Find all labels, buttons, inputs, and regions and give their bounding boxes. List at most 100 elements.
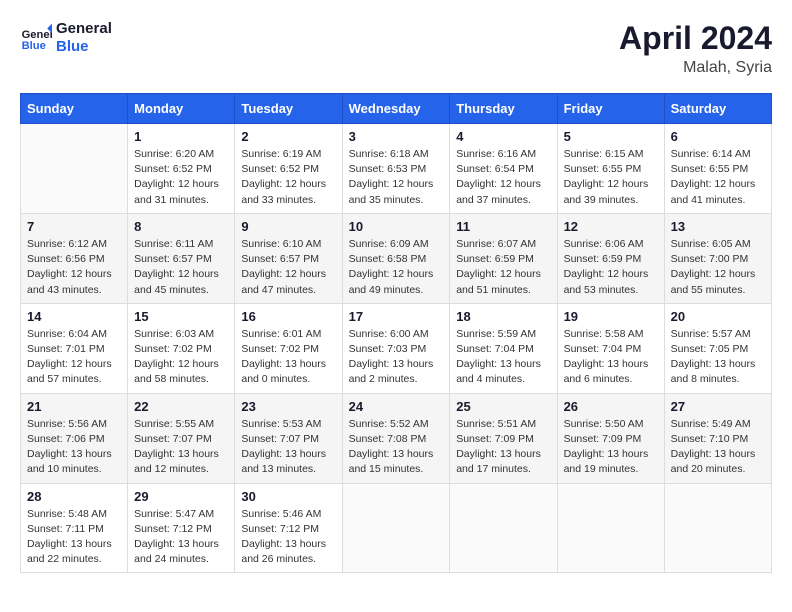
day-cell: 22Sunrise: 5:55 AM Sunset: 7:07 PM Dayli… bbox=[128, 393, 235, 483]
day-number: 11 bbox=[456, 219, 550, 234]
day-cell: 6 Sunrise: 6:14 AM Sunset: 6:55 PM Daylig… bbox=[664, 124, 771, 214]
calendar-subtitle: Malah, Syria bbox=[619, 59, 772, 77]
day-cell: 15Sunrise: 6:03 AM Sunset: 7:02 PM Dayli… bbox=[128, 303, 235, 393]
day-info: Sunrise: 5:47 AM Sunset: 7:12 PM Dayligh… bbox=[134, 507, 228, 568]
day-cell: 8Sunrise: 6:11 AM Sunset: 6:57 PM Daylig… bbox=[128, 213, 235, 303]
header-day-sunday: Sunday bbox=[21, 94, 128, 124]
day-cell: 26Sunrise: 5:50 AM Sunset: 7:09 PM Dayli… bbox=[557, 393, 664, 483]
day-cell: 7 Sunrise: 6:12 AM Sunset: 6:56 PM Daylig… bbox=[21, 213, 128, 303]
day-number: 8 bbox=[134, 219, 228, 234]
day-number: 20 bbox=[671, 309, 765, 324]
day-info: Sunrise: 6:20 AM Sunset: 6:52 PM Dayligh… bbox=[134, 147, 228, 208]
day-cell bbox=[450, 483, 557, 573]
week-row-1: 1 Sunrise: 6:20 AM Sunset: 6:52 PM Daylig… bbox=[21, 124, 772, 214]
title-block: April 2024 Malah, Syria bbox=[619, 20, 772, 77]
day-cell: 25 Sunrise: 5:51 AM Sunset: 7:09 PM Dayli… bbox=[450, 393, 557, 483]
day-info: Sunrise: 6:14 AM Sunset: 6:55 PM Dayligh… bbox=[671, 147, 765, 208]
week-row-5: 28 Sunrise: 5:48 AM Sunset: 7:11 PM Dayli… bbox=[21, 483, 772, 573]
day-info: Sunrise: 5:51 AM Sunset: 7:09 PM Dayligh… bbox=[456, 417, 550, 478]
day-number: 1 bbox=[134, 129, 228, 144]
header-day-saturday: Saturday bbox=[664, 94, 771, 124]
day-info: Sunrise: 6:04 AM Sunset: 7:01 PM Dayligh… bbox=[27, 327, 121, 388]
day-info: Sunrise: 5:56 AM Sunset: 7:06 PM Dayligh… bbox=[27, 417, 121, 478]
day-cell: 23 Sunrise: 5:53 AM Sunset: 7:07 PM Dayli… bbox=[235, 393, 342, 483]
day-cell: 1 Sunrise: 6:20 AM Sunset: 6:52 PM Daylig… bbox=[128, 124, 235, 214]
day-number: 14 bbox=[27, 309, 121, 324]
day-info: Sunrise: 6:05 AM Sunset: 7:00 PM Dayligh… bbox=[671, 237, 765, 298]
day-number: 3 bbox=[349, 129, 444, 144]
day-number: 29 bbox=[134, 489, 228, 504]
day-info: Sunrise: 6:16 AM Sunset: 6:54 PM Dayligh… bbox=[456, 147, 550, 208]
day-cell: 13 Sunrise: 6:05 AM Sunset: 7:00 PM Dayli… bbox=[664, 213, 771, 303]
day-number: 28 bbox=[27, 489, 121, 504]
day-number: 6 bbox=[671, 129, 765, 144]
day-cell bbox=[664, 483, 771, 573]
day-info: Sunrise: 5:59 AM Sunset: 7:04 PM Dayligh… bbox=[456, 327, 550, 388]
day-info: Sunrise: 6:00 AM Sunset: 7:03 PM Dayligh… bbox=[349, 327, 444, 388]
day-cell: 12 Sunrise: 6:06 AM Sunset: 6:59 PM Dayli… bbox=[557, 213, 664, 303]
day-cell: 21 Sunrise: 5:56 AM Sunset: 7:06 PM Dayli… bbox=[21, 393, 128, 483]
day-info: Sunrise: 5:55 AM Sunset: 7:07 PM Dayligh… bbox=[134, 417, 228, 478]
day-number: 17 bbox=[349, 309, 444, 324]
day-number: 15 bbox=[134, 309, 228, 324]
day-number: 21 bbox=[27, 399, 121, 414]
day-cell: 5Sunrise: 6:15 AM Sunset: 6:55 PM Daylig… bbox=[557, 124, 664, 214]
day-cell: 20Sunrise: 5:57 AM Sunset: 7:05 PM Dayli… bbox=[664, 303, 771, 393]
day-number: 18 bbox=[456, 309, 550, 324]
day-cell: 2Sunrise: 6:19 AM Sunset: 6:52 PM Daylig… bbox=[235, 124, 342, 214]
week-row-2: 7 Sunrise: 6:12 AM Sunset: 6:56 PM Daylig… bbox=[21, 213, 772, 303]
day-info: Sunrise: 5:53 AM Sunset: 7:07 PM Dayligh… bbox=[241, 417, 335, 478]
day-number: 9 bbox=[241, 219, 335, 234]
logo-line1: General bbox=[56, 20, 112, 38]
day-number: 13 bbox=[671, 219, 765, 234]
header-day-monday: Monday bbox=[128, 94, 235, 124]
day-cell bbox=[342, 483, 450, 573]
day-number: 4 bbox=[456, 129, 550, 144]
logo-icon: General Blue bbox=[20, 22, 52, 54]
day-info: Sunrise: 5:58 AM Sunset: 7:04 PM Dayligh… bbox=[564, 327, 658, 388]
day-cell bbox=[21, 124, 128, 214]
day-number: 23 bbox=[241, 399, 335, 414]
day-number: 26 bbox=[564, 399, 658, 414]
day-number: 12 bbox=[564, 219, 658, 234]
day-number: 10 bbox=[349, 219, 444, 234]
header-day-tuesday: Tuesday bbox=[235, 94, 342, 124]
day-info: Sunrise: 6:07 AM Sunset: 6:59 PM Dayligh… bbox=[456, 237, 550, 298]
header-day-friday: Friday bbox=[557, 94, 664, 124]
day-cell bbox=[557, 483, 664, 573]
header-day-thursday: Thursday bbox=[450, 94, 557, 124]
calendar-table: SundayMondayTuesdayWednesdayThursdayFrid… bbox=[20, 93, 772, 573]
day-info: Sunrise: 6:10 AM Sunset: 6:57 PM Dayligh… bbox=[241, 237, 335, 298]
logo: General Blue General Blue bbox=[20, 20, 112, 56]
day-cell: 24 Sunrise: 5:52 AM Sunset: 7:08 PM Dayli… bbox=[342, 393, 450, 483]
day-cell: 10Sunrise: 6:09 AM Sunset: 6:58 PM Dayli… bbox=[342, 213, 450, 303]
day-number: 30 bbox=[241, 489, 335, 504]
day-info: Sunrise: 6:19 AM Sunset: 6:52 PM Dayligh… bbox=[241, 147, 335, 208]
day-cell: 17 Sunrise: 6:00 AM Sunset: 7:03 PM Dayli… bbox=[342, 303, 450, 393]
day-info: Sunrise: 6:12 AM Sunset: 6:56 PM Dayligh… bbox=[27, 237, 121, 298]
day-cell: 29 Sunrise: 5:47 AM Sunset: 7:12 PM Dayli… bbox=[128, 483, 235, 573]
day-info: Sunrise: 6:01 AM Sunset: 7:02 PM Dayligh… bbox=[241, 327, 335, 388]
day-cell: 3 Sunrise: 6:18 AM Sunset: 6:53 PM Daylig… bbox=[342, 124, 450, 214]
day-info: Sunrise: 5:46 AM Sunset: 7:12 PM Dayligh… bbox=[241, 507, 335, 568]
day-number: 19 bbox=[564, 309, 658, 324]
header-day-wednesday: Wednesday bbox=[342, 94, 450, 124]
day-info: Sunrise: 6:15 AM Sunset: 6:55 PM Dayligh… bbox=[564, 147, 658, 208]
day-cell: 4 Sunrise: 6:16 AM Sunset: 6:54 PM Daylig… bbox=[450, 124, 557, 214]
week-row-3: 14 Sunrise: 6:04 AM Sunset: 7:01 PM Dayli… bbox=[21, 303, 772, 393]
week-row-4: 21 Sunrise: 5:56 AM Sunset: 7:06 PM Dayli… bbox=[21, 393, 772, 483]
calendar-title: April 2024 bbox=[619, 20, 772, 57]
logo-line2: Blue bbox=[56, 38, 112, 56]
day-info: Sunrise: 5:52 AM Sunset: 7:08 PM Dayligh… bbox=[349, 417, 444, 478]
svg-text:General: General bbox=[22, 29, 52, 41]
day-number: 24 bbox=[349, 399, 444, 414]
day-cell: 9 Sunrise: 6:10 AM Sunset: 6:57 PM Daylig… bbox=[235, 213, 342, 303]
day-number: 25 bbox=[456, 399, 550, 414]
svg-text:Blue: Blue bbox=[22, 40, 46, 52]
day-cell: 14 Sunrise: 6:04 AM Sunset: 7:01 PM Dayli… bbox=[21, 303, 128, 393]
day-number: 7 bbox=[27, 219, 121, 234]
page-header: General Blue General Blue April 2024 Mal… bbox=[20, 20, 772, 77]
day-info: Sunrise: 6:18 AM Sunset: 6:53 PM Dayligh… bbox=[349, 147, 444, 208]
day-info: Sunrise: 6:06 AM Sunset: 6:59 PM Dayligh… bbox=[564, 237, 658, 298]
day-info: Sunrise: 5:48 AM Sunset: 7:11 PM Dayligh… bbox=[27, 507, 121, 568]
